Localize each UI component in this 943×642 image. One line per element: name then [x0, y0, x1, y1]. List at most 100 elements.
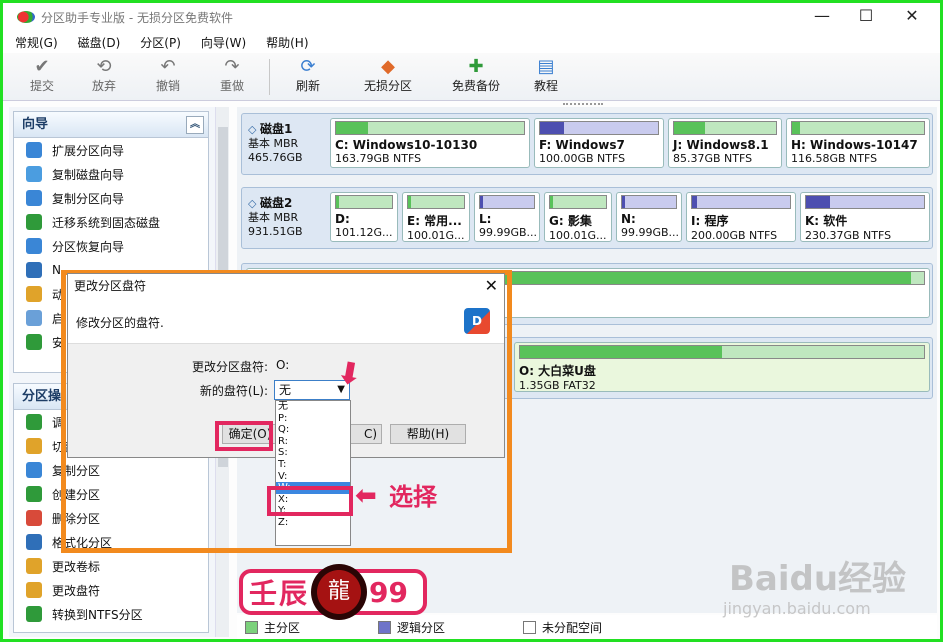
convert-icon — [26, 606, 42, 622]
create-icon — [26, 486, 42, 502]
undo-label: 撤销 — [155, 79, 180, 93]
letter-option[interactable]: Q: — [276, 424, 350, 436]
partition-block[interactable]: N: 99.99GB... — [616, 192, 682, 242]
bootable-media-icon — [26, 310, 42, 326]
refresh-button[interactable]: ⟳ 刷新 — [273, 57, 343, 94]
window-title: 分区助手专业版 - 无损分区免费软件 — [41, 10, 233, 25]
sidebar-item[interactable]: 分区恢复向导 — [14, 234, 208, 258]
partition-name: F: Windows7 — [539, 138, 625, 152]
menu-wizard[interactable]: 向导(W) — [201, 34, 246, 51]
dialog-title-bar: 更改分区盘符 ✕ — [68, 274, 504, 298]
selected-letter: 无 — [279, 383, 292, 397]
partition-block[interactable]: K: 软件 230.37GB NTFS — [800, 192, 930, 242]
letter-option[interactable]: R: — [276, 436, 350, 448]
partition-block[interactable]: L: 99.99GB... — [474, 192, 540, 242]
discard-button[interactable]: ⟲ 放弃 — [69, 57, 139, 94]
sidebar-item[interactable]: 迁移系统到固态磁盘 — [14, 210, 208, 234]
help-button[interactable]: 帮助(H) — [390, 424, 466, 444]
partition-block[interactable]: C: Windows10-10130 163.79GB NTFS — [330, 118, 530, 168]
sidebar-item-label: 迁移系统到固态磁盘 — [52, 215, 161, 230]
legend-logical: 逻辑分区 — [378, 619, 445, 636]
partition-recovery-icon — [26, 238, 42, 254]
new-letter-label: 新的盘符(L): — [199, 384, 268, 398]
menu-help[interactable]: 帮助(H) — [266, 34, 308, 51]
usage-fill — [336, 122, 368, 134]
apply-label: 提交 — [29, 79, 54, 93]
refresh-icon: ⟳ — [300, 56, 316, 77]
minimize-button[interactable]: — — [807, 5, 837, 27]
usage-fill — [520, 346, 722, 358]
stamp-right-text: 99 — [369, 575, 408, 609]
sidebar-item[interactable]: 更改盘符 — [14, 578, 208, 602]
wizard-icon — [26, 262, 42, 278]
letter-option[interactable]: T: — [276, 459, 350, 471]
letter-option[interactable]: P: — [276, 413, 350, 425]
partition-block[interactable]: F: Windows7 100.00GB NTFS — [534, 118, 664, 168]
partition-info: 100.01G... — [549, 229, 607, 242]
new-letter-select[interactable]: 无 ▼ — [274, 380, 350, 400]
discard-label: 放弃 — [91, 79, 116, 93]
partition-block[interactable]: J: Windows8.1 85.37GB NTFS — [668, 118, 782, 168]
partition-block[interactable]: E: 常用... 100.01G... — [402, 192, 470, 242]
partition-name: N: — [621, 212, 636, 226]
extend-partition-icon — [26, 142, 42, 158]
undo-button[interactable]: ↶ 撤销 — [133, 57, 203, 94]
sidebar-item[interactable]: 复制分区向导 — [14, 186, 208, 210]
tutorial-icon: ▤ — [537, 56, 555, 77]
wizard-panel-title: 向导 — [22, 117, 49, 132]
collapse-icon[interactable]: ︽ — [186, 116, 204, 134]
close-button[interactable]: ✕ — [897, 5, 927, 27]
partition-block[interactable]: G: 影集 100.01G... — [544, 192, 612, 242]
menu-disk[interactable]: 磁盘(D) — [78, 34, 121, 51]
menu-bar: 常规(G) 磁盘(D) 分区(P) 向导(W) 帮助(H) — [3, 31, 940, 53]
partition-name: O: 大白菜U盘 — [519, 364, 596, 378]
free-backup-button[interactable]: ✚ 免费备份 — [441, 57, 511, 94]
usage-bar — [805, 195, 925, 209]
partition-block[interactable]: I: 程序 200.00GB NTFS — [686, 192, 796, 242]
ok-highlight-box — [215, 421, 273, 451]
undo-icon: ↶ — [160, 56, 176, 77]
baidu-watermark-url: jingyan.baidu.com — [723, 599, 871, 618]
letter-option[interactable]: S: — [276, 447, 350, 459]
menu-partition[interactable]: 分区(P) — [140, 34, 181, 51]
disk-row[interactable]: ◇ 磁盘2 基本 MBR 931.51GB D: 101.12G... E: 常用... 1… — [241, 187, 933, 249]
redo-button[interactable]: ↷ 重做 — [197, 57, 267, 94]
sidebar-item[interactable]: 转换到NTFS分区 — [14, 602, 208, 626]
partition-name: C: Windows10-10130 — [335, 138, 478, 152]
dialog-close-button[interactable]: ✕ — [485, 274, 498, 298]
checkmark-icon: ✔ — [34, 56, 50, 77]
partition-block[interactable]: D: 101.12G... — [330, 192, 398, 242]
sidebar-item[interactable]: 更改卷标 — [14, 554, 208, 578]
sidebar-item[interactable]: 复制磁盘向导 — [14, 162, 208, 186]
tutorial-button[interactable]: ▤ 教程 — [511, 57, 581, 94]
lossless-partition-button[interactable]: ◆ 无损分区 — [353, 57, 423, 94]
usage-fill — [336, 196, 339, 208]
letter-option[interactable]: Z: — [276, 517, 350, 529]
dialog-title: 更改分区盘符 — [74, 279, 147, 293]
redo-label: 重做 — [219, 79, 244, 93]
dialog-banner: 修改分区的盘符. D — [68, 298, 504, 344]
sidebar-item-label: 转换到NTFS分区 — [52, 607, 143, 622]
tutorial-label: 教程 — [533, 79, 558, 93]
disk-name: 磁盘1 — [259, 122, 293, 136]
partition-block[interactable]: O: 大白菜U盘 1.35GB FAT32 — [514, 342, 930, 392]
apply-button[interactable]: ✔ 提交 — [7, 57, 77, 94]
maximize-button[interactable]: ☐ — [851, 5, 881, 27]
disk-row[interactable]: ◇ 磁盘1 基本 MBR 465.76GB C: Windows10-10130 163… — [241, 113, 933, 175]
letter-option[interactable]: V: — [276, 471, 350, 483]
menu-general[interactable]: 常规(G) — [15, 34, 58, 51]
sidebar-item-label: 更改盘符 — [52, 583, 101, 598]
partition-info: 163.79GB NTFS — [335, 152, 422, 165]
usage-fill — [792, 122, 800, 134]
partition-block[interactable]: H: Windows-10147 116.58GB NTFS — [786, 118, 930, 168]
usage-bar — [791, 121, 925, 135]
usage-bar — [549, 195, 607, 209]
delete-icon — [26, 510, 42, 526]
partition-info: 116.58GB NTFS — [791, 152, 878, 165]
letter-option[interactable]: 无 — [276, 401, 350, 413]
label-icon — [26, 558, 42, 574]
disk-size: 931.51GB — [248, 225, 303, 238]
splitter-grip[interactable] — [563, 103, 603, 106]
sidebar-item[interactable]: 扩展分区向导 — [14, 138, 208, 162]
legend-unallocated: 未分配空间 — [523, 619, 602, 636]
